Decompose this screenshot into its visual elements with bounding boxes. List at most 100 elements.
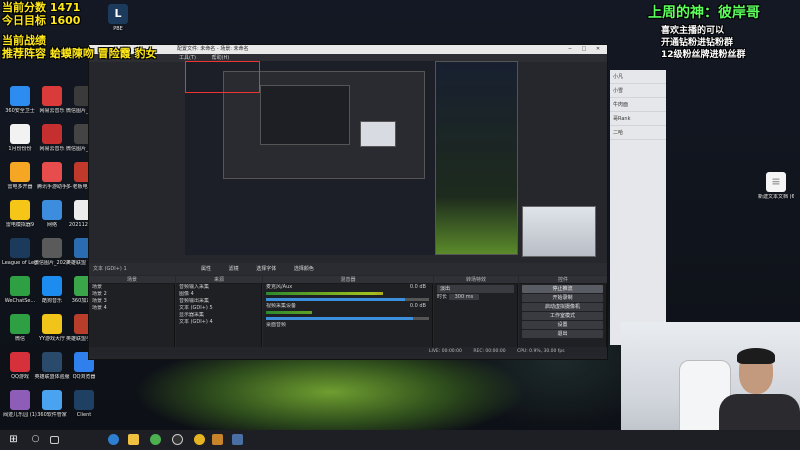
source-item[interactable]: 音频输出采集 [176,298,261,305]
network-icon [42,200,62,220]
document-icon: ≡ [766,172,786,192]
source-item[interactable]: 显示器采集 [176,312,261,319]
duration-input[interactable]: 300 ms [448,294,480,300]
studio-mode-button[interactable]: 工作室模式 [522,312,603,320]
battle-text: 当前战绩 [2,34,46,47]
client-icon [74,390,94,410]
desktop-icon[interactable]: 微信 [2,314,38,354]
chat-item[interactable]: 二哈 [610,126,666,140]
scenes-header: 场景 [89,276,175,284]
desktop-icon[interactable]: 网易云音乐 [34,86,70,126]
desktop-icon[interactable]: QQ游戏 [2,352,38,392]
source-item[interactable]: 文本 (GDI+) 4 [176,319,261,326]
preview-landscape [435,61,518,255]
cpu-status: CPU: 0.9%, 30.00 fps [517,349,565,354]
edge-icon[interactable] [108,434,119,445]
desktop-icon-pbe[interactable]: L PBE [100,4,136,44]
desktop-icon[interactable]: 360软件管家 [34,390,70,430]
preview-red-box [185,61,260,93]
desktop-icon-label: QQ游戏 [11,374,29,380]
app-icon[interactable] [232,434,243,445]
chat-panel: 小凡 小雪 牛肉面 哥Rank 二哈 [610,70,666,345]
mixer-channel-2: 桌面音频 [263,322,432,329]
desktop-icon[interactable]: 360安全卫士 [2,86,38,126]
lol-taskbar-icon[interactable] [212,434,223,445]
desktop-icon-label: 阀迹儿乐园 (1) [3,412,37,418]
desktop-icon-label: Client [76,412,92,418]
image-icon [42,238,62,258]
virtual-camera-button[interactable]: 启动虚拟摄像机 [522,303,603,311]
desktop-icon[interactable]: 酷狗音乐 [34,276,70,316]
promo-line-2: 开通钻粉进钻粉群 [661,38,734,48]
yy-icon [42,314,62,334]
obs-icon[interactable] [172,434,183,445]
desktop-icon-label: 雷电模拟器9 [5,222,35,228]
goal-text: 今日目标 1600 [2,14,81,27]
select-font-button[interactable]: 选择字体 [256,266,276,272]
desktop-icon[interactable]: 阀迹儿乐园 (1) [2,390,38,430]
desktop-icon[interactable]: 腾讯手游助手 [34,162,70,202]
taskbar: ⊞ ○ [0,430,800,450]
search-icon[interactable]: ○ [30,434,41,445]
desktop-icon[interactable]: 雷电多开器 [2,162,38,202]
obs-preview-webcam [522,206,596,257]
desktop-icon-new-text[interactable]: ≡ 新建文本文档 (6) [758,172,794,212]
chat-item[interactable]: 哥Rank [610,112,666,126]
source-item[interactable]: 文本 (GDI+) 5 [176,305,261,312]
controls-header: 控件 [519,276,607,284]
chat-item[interactable]: 小凡 [610,70,666,84]
start-icon[interactable]: ⊞ [8,434,19,445]
explorer-icon[interactable] [128,434,139,445]
chat-item[interactable]: 小雪 [610,84,666,98]
photos-icon[interactable] [194,434,205,445]
start-recording-button[interactable]: 开始录制 [522,294,603,302]
filters-button[interactable]: 滤镜 [229,266,239,272]
settings-button[interactable]: 设置 [522,321,603,329]
desktop-icon[interactable]: 英雄联盟体验服 [34,352,70,392]
volume-slider[interactable] [266,317,429,320]
taskview-icon[interactable] [50,436,59,444]
select-color-button[interactable]: 选择颜色 [294,266,314,272]
maximize-button[interactable]: □ [579,45,589,54]
volume-slider[interactable] [266,298,429,301]
chat-item[interactable]: 牛肉面 [610,98,666,112]
desktop-icon[interactable]: WeChatSe... [2,276,38,316]
transition-select[interactable]: 淡出 [437,285,514,293]
source-item[interactable]: 图像 4 [176,291,261,298]
source-item[interactable]: 音频输入采集 [176,284,261,291]
desktop-icon[interactable]: 雷电模拟器9 [2,200,38,240]
source-toolbar: 属性 滤镜 选择字体 选择颜色 [89,263,607,275]
rec-status: REC: 00:00:00 [473,349,506,354]
exit-button[interactable]: 退出 [522,330,603,338]
desktop-icon[interactable]: League of Legends [2,238,38,278]
music-icon [42,86,62,106]
qq-game-icon [10,352,30,372]
scene-item[interactable]: 场景 2 [89,291,174,298]
desktop-icon[interactable]: 网易云音乐 [34,124,70,164]
transitions-panel: 淡出 时长 300 ms [434,284,518,356]
minimize-button[interactable]: ─ [565,45,575,54]
desktop-icon-label: 网络 [46,222,57,228]
desktop-icon[interactable]: Client [66,390,102,430]
document-icon [10,124,30,144]
desktop-icon[interactable]: 微信图片_2022021... [34,238,70,278]
close-button[interactable]: ✕ [593,45,603,54]
desktop-icon-label: 360软件管家 [37,412,67,418]
desktop-icon-label: 360安全卫士 [5,108,35,114]
tencent-icon [42,162,62,182]
scene-item[interactable]: 场景 4 [89,305,174,312]
scene-item[interactable]: 场景 [89,284,174,291]
software-icon [42,390,62,410]
scene-item[interactable]: 场景 3 [89,298,174,305]
desktop-icon[interactable]: 网络 [34,200,70,240]
mixer-channel-name: 麦克风/Aux [266,284,293,290]
obs-preview[interactable] [185,61,518,255]
wechat-icon [10,314,30,334]
properties-button[interactable]: 属性 [201,266,211,272]
desktop-icon[interactable]: 1月份份份 [2,124,38,164]
chrome-icon[interactable] [150,434,161,445]
desktop-icon[interactable]: YY游戏大厅 [34,314,70,354]
recommend-text: 推荐阵容 蛤蟆陳吻 冒险霞 豹女 [2,47,157,60]
obs-window: 配置文件: 未命名 - 场景: 未命名 ─ □ ✕ 工具(T) 帮助(H) 属性… [88,44,608,360]
stop-streaming-button[interactable]: 停止推流 [522,285,603,293]
